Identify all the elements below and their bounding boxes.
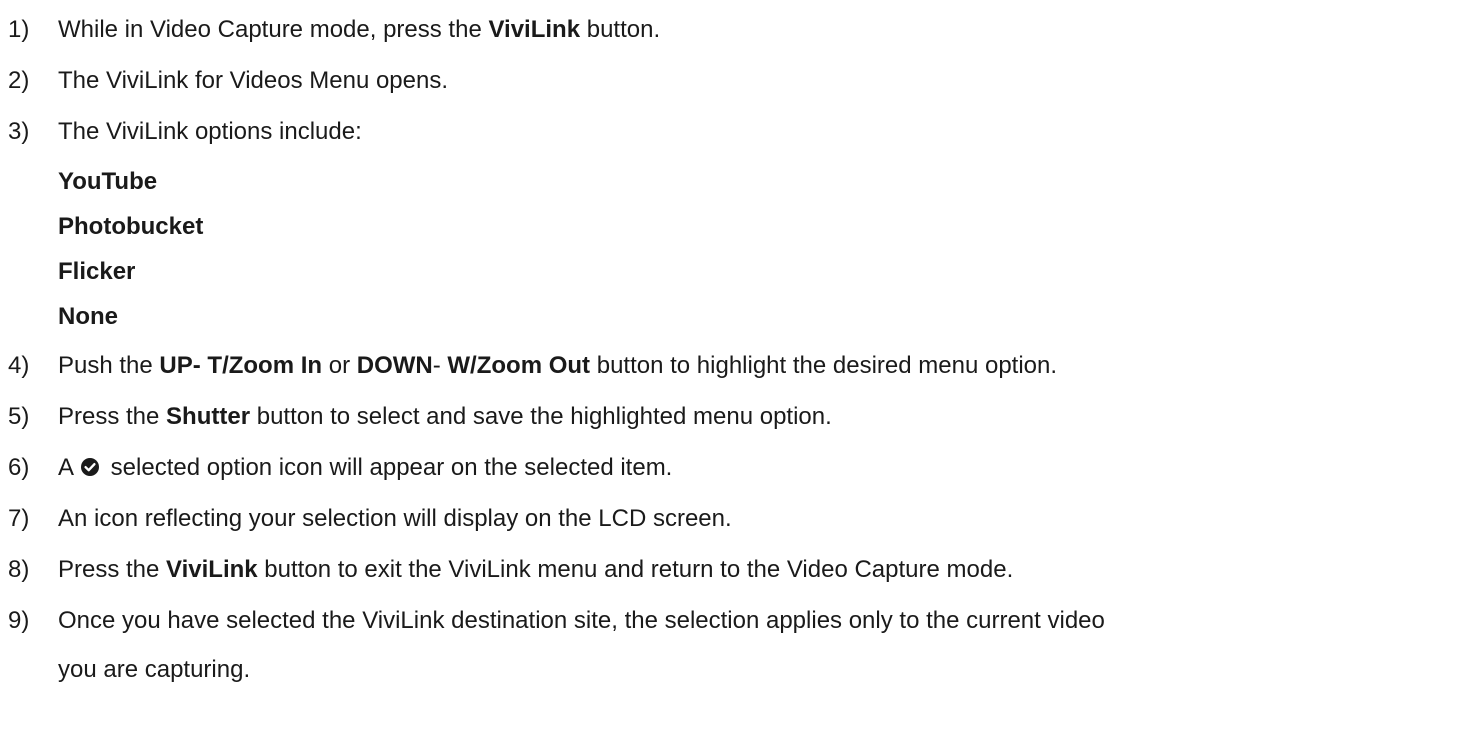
step-number: 1): [8, 16, 30, 43]
step-text: Press the Shutter button to select and s…: [58, 402, 832, 432]
option-none: None: [58, 303, 118, 330]
step-number: 7): [8, 505, 30, 532]
step-number: 3): [8, 118, 30, 145]
vivilink-button-label: ViviLink: [166, 556, 258, 583]
step-text-part: selected option icon will appear on the …: [104, 454, 673, 481]
step-number: 5): [8, 403, 30, 430]
vivilink-button-label: ViviLink: [488, 16, 581, 43]
step-text: Push the UP- T/Zoom In or DOWN- W/Zoom O…: [58, 351, 1057, 381]
step-text-part: button to exit the ViviLink menu and ret…: [257, 556, 1014, 583]
up-zoom-in-button-label: UP- T/Zoom In: [159, 352, 323, 379]
step-text-part: button.: [580, 16, 661, 43]
step-text-part: Press the: [58, 403, 167, 430]
step-text-part: button to select and save the highlighte…: [250, 403, 832, 430]
step-text-part: or: [322, 352, 357, 379]
step-text-part: -: [432, 352, 448, 379]
zoom-out-button-label: W/Zoom Out: [447, 352, 591, 379]
option-flicker: Flicker: [58, 258, 136, 285]
option-youtube: YouTube: [58, 168, 158, 195]
step-number: 6): [8, 454, 30, 481]
step-text: While in Video Capture mode, press the V…: [58, 15, 660, 45]
step-text: The ViviLink for Videos Menu opens.: [58, 67, 449, 94]
down-button-label: DOWN: [356, 352, 433, 379]
step-text: The ViviLink options include:: [58, 118, 362, 145]
check-circle-icon: [80, 455, 100, 476]
step-text-part: A: [58, 454, 75, 481]
option-photobucket: Photobucket: [58, 213, 204, 240]
step-text: Press the ViviLink button to exit the Vi…: [58, 555, 1013, 585]
step-text-part: Push the: [58, 352, 160, 379]
step-text-part: button to highlight the desired menu opt…: [590, 352, 1058, 379]
step-text: An icon reflecting your selection will d…: [58, 505, 732, 532]
step-number: 9): [8, 607, 30, 634]
shutter-button-label: Shutter: [166, 403, 251, 430]
step-text-part: Press the: [58, 556, 167, 583]
step-number: 4): [8, 352, 30, 379]
step-number: 2): [8, 67, 30, 94]
step-text: Once you have selected the ViviLink dest…: [58, 607, 1105, 634]
step-text-part: While in Video Capture mode, press the: [58, 16, 489, 43]
instruction-document: 1) While in Video Capture mode, press th…: [0, 0, 1465, 731]
step-text: you are capturing.: [58, 656, 251, 683]
step-number: 8): [8, 556, 30, 583]
step-text: A selected option icon will appear on th…: [58, 453, 672, 483]
